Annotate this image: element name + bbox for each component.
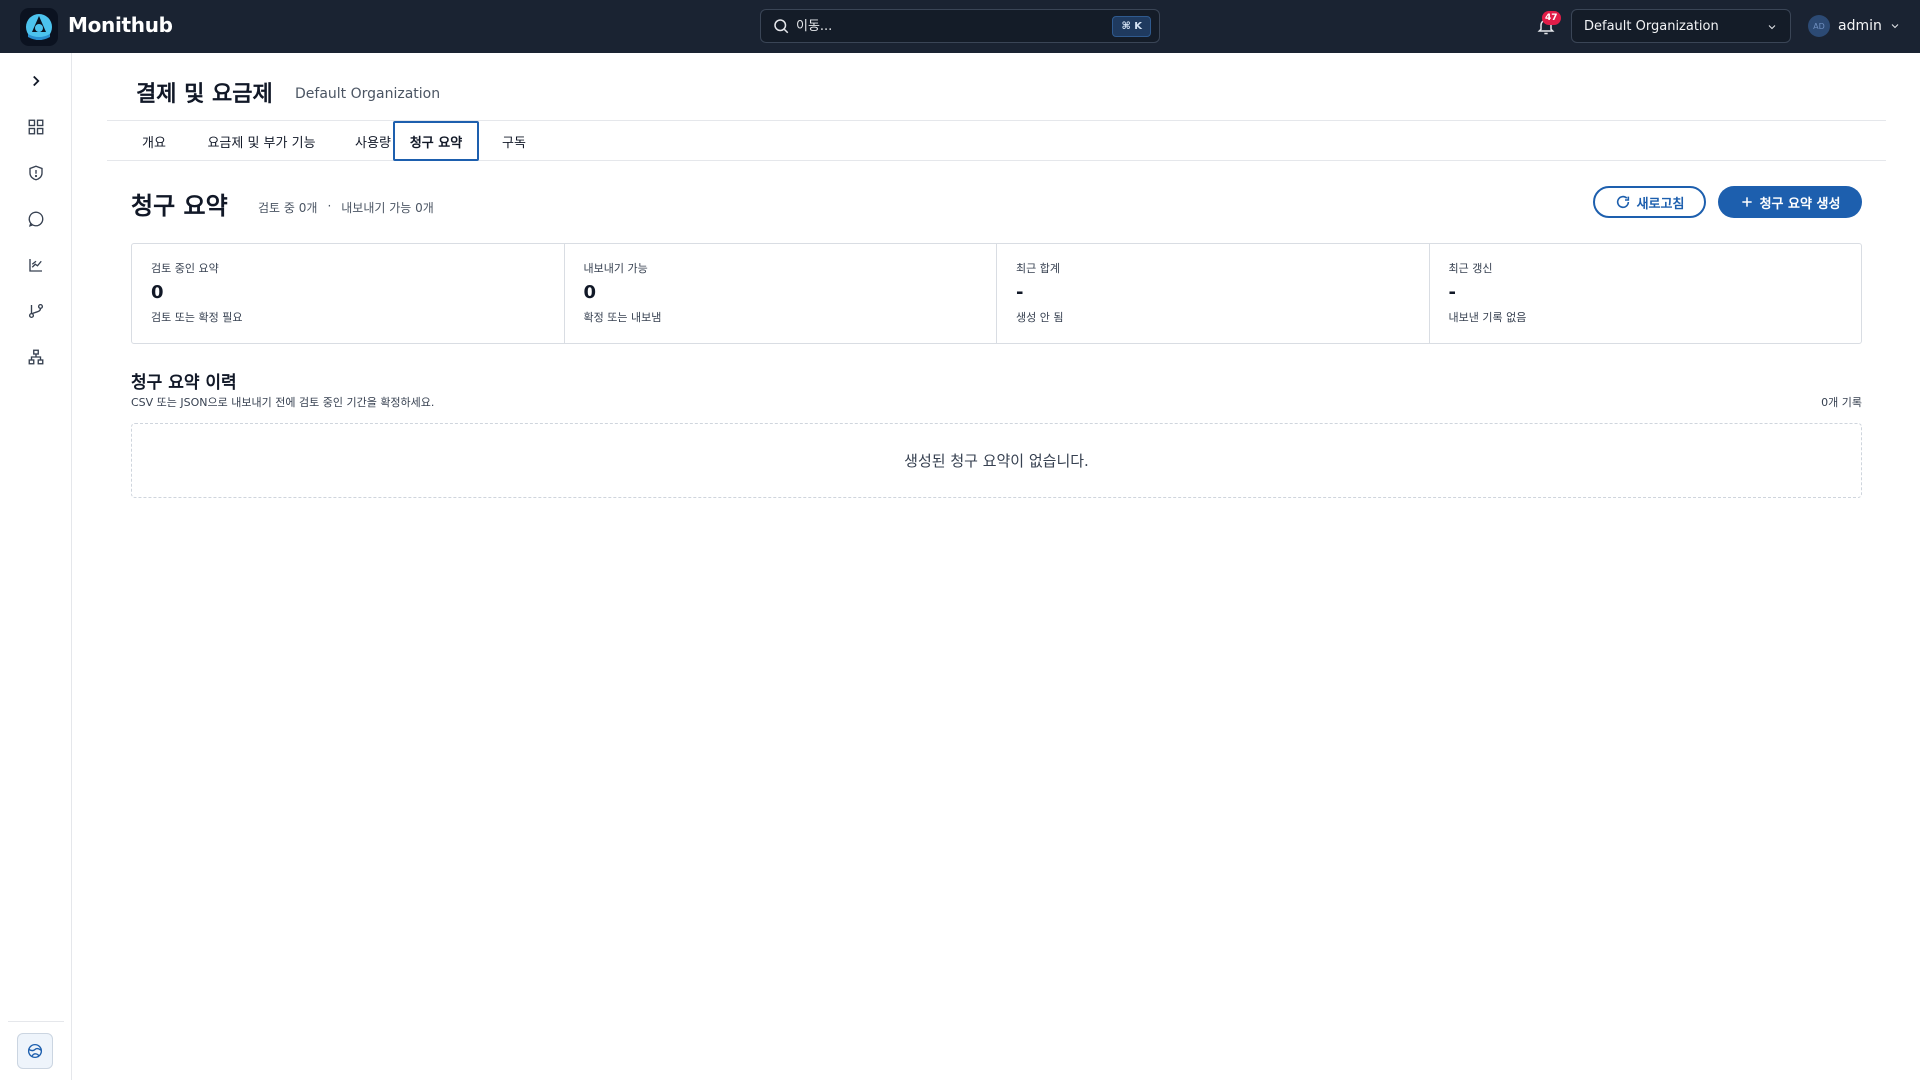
stat-label: 검토 중인 요약 xyxy=(151,262,219,275)
history-empty-state: 생성된 청구 요약이 없습니다. xyxy=(131,423,1862,498)
stat-label: 내보내기 가능 xyxy=(583,262,648,275)
sidebar-item-integrations[interactable] xyxy=(24,299,48,323)
page-subtitle: Default Organization xyxy=(295,86,441,102)
chevron-right-icon xyxy=(33,75,40,87)
page-title: 결제 및 요금제 xyxy=(136,82,273,107)
stat-label: 최근 갱신 xyxy=(1448,262,1493,275)
stat-value: - xyxy=(1016,282,1024,303)
brand-name: Monithub xyxy=(68,13,173,37)
sidebar-divider xyxy=(8,1021,64,1022)
sidebar-item-security[interactable] xyxy=(24,161,48,185)
empty-state-message: 생성된 청구 요약이 없습니다. xyxy=(904,452,1089,470)
tab-plans-addons[interactable]: 요금제 및 부가 기능 xyxy=(189,121,334,161)
organization-select[interactable]: Default Organization xyxy=(1571,9,1791,43)
globe-icon xyxy=(27,1043,43,1059)
avatar: AD xyxy=(1808,15,1830,37)
shield-icon xyxy=(29,165,43,181)
stat-description: 확정 또는 내보냄 xyxy=(583,311,662,324)
stat-value: 0 xyxy=(583,282,597,303)
refresh-button[interactable]: 새로고침 xyxy=(1593,186,1706,218)
search-shortcut-badge: ⌘ K xyxy=(1112,16,1151,37)
stat-value: 0 xyxy=(151,282,164,303)
chat-icon xyxy=(28,211,44,227)
history-subtitle: CSV 또는 JSON으로 내보내기 전에 검토 중인 기간을 확정하세요. xyxy=(131,396,435,409)
section-meta: 검토 중 0개 · 내보내기 가능 0개 xyxy=(258,199,434,216)
search-box[interactable]: ⌘ K xyxy=(760,9,1160,43)
create-summary-button-label: 청구 요약 생성 xyxy=(1759,196,1841,212)
stat-description: 검토 또는 확정 필요 xyxy=(151,311,243,324)
stat-description: 생성 안 됨 xyxy=(1016,311,1064,324)
refresh-button-label: 새로고침 xyxy=(1636,196,1685,212)
stat-value: - xyxy=(1448,282,1456,303)
tab-overview[interactable]: 개요 xyxy=(129,121,179,161)
meta-exportable-count: 내보내기 가능 0개 xyxy=(341,201,434,215)
notification-badge: 47 xyxy=(1542,11,1561,25)
history-record-count: 0개 기록 xyxy=(1821,396,1862,409)
sidebar-item-messages[interactable] xyxy=(24,207,48,231)
meta-separator: · xyxy=(327,199,332,213)
refresh-icon xyxy=(1616,195,1629,209)
grid-icon xyxy=(28,119,44,135)
top-bar: Monithub ⌘ K 47 Default Organization AD … xyxy=(0,0,1920,53)
chevron-down-icon xyxy=(1891,24,1899,29)
sidebar-item-dashboard[interactable] xyxy=(24,115,48,139)
stat-card-exportable: 내보내기 가능 0 확정 또는 내보냄 xyxy=(565,244,997,343)
search-input[interactable] xyxy=(796,18,1096,34)
tab-subscription[interactable]: 구독 xyxy=(483,121,545,161)
stat-description: 내보낸 기록 없음 xyxy=(1448,311,1527,324)
sidebar-item-organization[interactable] xyxy=(24,345,48,369)
user-name: admin xyxy=(1838,18,1882,34)
sidebar-expand-button[interactable] xyxy=(24,69,48,93)
stat-card-reviewing: 검토 중인 요약 0 검토 또는 확정 필요 xyxy=(132,244,565,343)
organization-select-label: Default Organization xyxy=(1584,18,1719,34)
tab-bar: 개요 요금제 및 부가 기능 사용량 청구 요약 구독 xyxy=(107,121,1886,161)
logo-icon xyxy=(26,14,52,40)
chevron-down-icon xyxy=(1768,25,1776,30)
user-menu[interactable]: AD admin xyxy=(1808,14,1901,38)
create-summary-button[interactable]: 청구 요약 생성 xyxy=(1718,186,1862,218)
tab-billing-summary[interactable]: 청구 요약 xyxy=(393,121,479,161)
stat-label: 최근 합계 xyxy=(1016,262,1060,275)
stat-card-recent-update: 최근 갱신 - 내보낸 기록 없음 xyxy=(1430,244,1862,343)
search-icon xyxy=(774,19,789,34)
app-logo[interactable] xyxy=(20,8,58,46)
chart-icon xyxy=(29,259,42,272)
section-title: 청구 요약 xyxy=(131,192,228,220)
stats-panel: 검토 중인 요약 0 검토 또는 확정 필요 내보내기 가능 0 확정 또는 내… xyxy=(131,243,1862,344)
meta-reviewing-count: 검토 중 0개 xyxy=(258,201,318,215)
sidebar-bottom-button[interactable] xyxy=(17,1033,53,1069)
sidebar xyxy=(0,53,72,1080)
sidebar-item-analytics[interactable] xyxy=(24,253,48,277)
git-branch-icon xyxy=(28,303,44,319)
hierarchy-icon xyxy=(28,349,44,365)
history-title: 청구 요약 이력 xyxy=(131,373,237,393)
plus-icon xyxy=(1741,197,1752,207)
stat-card-recent-total: 최근 합계 - 생성 안 됨 xyxy=(997,244,1430,343)
